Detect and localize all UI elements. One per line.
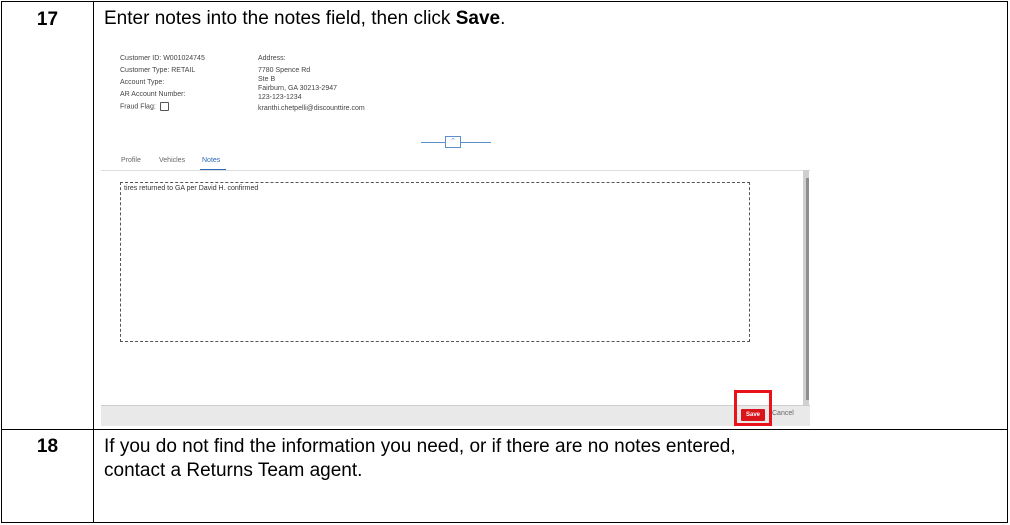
tab-notes[interactable]: Notes [202,157,220,164]
embedded-screenshot: Customer ID: W001024745 Customer Type: R… [101,38,810,426]
step-text: Enter notes into the notes field, then c… [104,8,456,29]
step-text-line: contact a Returns Team agent. [104,460,363,481]
tab-vehicles[interactable]: Vehicles [159,157,185,164]
tab-profile[interactable]: Profile [121,157,141,164]
customer-type-label: Customer Type: [120,67,170,74]
tab-divider [101,170,810,171]
email-line: kranthi.chetpelli@discounttire.com [258,105,365,112]
step-instruction: If you do not find the information you n… [94,430,1007,522]
customer-id-value: W001024745 [163,55,205,62]
step-text-line: If you do not find the information you n… [104,436,736,457]
fraud-flag-row: Fraud Flag: [120,102,169,111]
address-label: Address: [258,55,286,62]
ar-account-label: AR Account Number: [120,91,186,98]
address-line: 7780 Spence Rd [258,67,311,74]
step-text-bold: Save [455,8,501,29]
step-text-end: . [500,8,506,29]
customer-type-value: RETAIL [171,67,196,74]
action-footer [101,405,810,426]
phone-line: 123-123-1234 [258,94,302,101]
customer-type-row: Customer Type: RETAIL [120,66,195,75]
customer-id-row: Customer ID: W001024745 [120,54,205,63]
scrollbar-thumb[interactable] [806,178,809,400]
step-number: 17 [2,2,94,429]
cancel-button[interactable]: Cancel [772,410,794,417]
account-type-label: Account Type: [120,79,165,86]
fraud-flag-checkbox[interactable] [159,102,169,111]
address-line: Ste B [258,76,276,83]
fraud-flag-label: Fraud Flag: [120,103,156,111]
address-line: Fairburn, GA 30213-2947 [258,85,337,92]
customer-id-label: Customer ID: [120,55,162,62]
notes-textarea[interactable]: tires returned to GA per David H. confir… [120,182,750,342]
step-number: 18 [2,430,94,522]
collapse-chevron-icon[interactable]: ⌃ [445,136,461,148]
step-row-18: 18 If you do not find the information yo… [2,430,1007,522]
callout-highlight-box [734,390,772,426]
